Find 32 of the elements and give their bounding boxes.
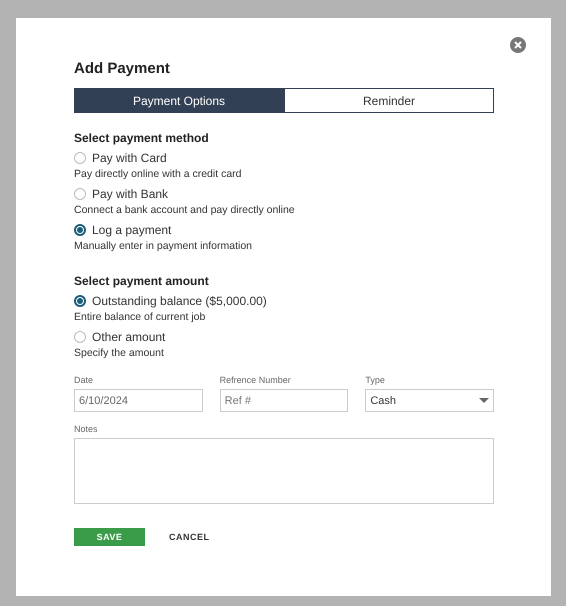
radio-button[interactable] (74, 188, 86, 200)
radio-button[interactable] (74, 152, 86, 164)
option-label[interactable]: Outstanding balance ($5,000.00) (92, 294, 267, 308)
dialog-title: Add Payment (74, 60, 171, 77)
field-label: Notes (74, 424, 99, 434)
option-description: Specify the amount (74, 347, 165, 359)
option-label[interactable]: Pay with Card (92, 151, 167, 165)
section-heading: Select payment method (74, 131, 210, 145)
option-description: Connect a bank account and pay directly online (74, 204, 296, 216)
input-field[interactable]: Ref # (220, 389, 348, 412)
field-label: Date (74, 375, 94, 385)
field-label: Refrence Number (220, 375, 292, 385)
type-dropdown[interactable]: Cash (365, 389, 494, 412)
notes-field[interactable] (74, 438, 494, 504)
save-button[interactable]: SAVE (74, 528, 145, 546)
option-description: Pay directly online with a credit card (74, 168, 242, 180)
radio-button[interactable] (74, 331, 86, 343)
option-label[interactable]: Pay with Bank (92, 187, 168, 201)
caret-icon (479, 398, 490, 403)
option-label[interactable]: Log a payment (92, 223, 172, 237)
option-description: Manually enter in payment information (74, 240, 254, 252)
close-icon[interactable] (510, 37, 526, 53)
tab[interactable]: Reminder (284, 88, 494, 113)
option-label[interactable]: Other amount (92, 330, 166, 344)
radio-button[interactable] (74, 224, 86, 236)
option-description: Entire balance of current job (74, 311, 206, 323)
section-heading: Select payment amount (74, 274, 210, 288)
cancel-button[interactable]: CANCEL (163, 531, 216, 543)
input-field[interactable]: 6/10/2024 (74, 389, 203, 412)
radio-button[interactable] (74, 295, 86, 307)
tab[interactable]: Payment Options (74, 88, 284, 113)
field-label: Type (365, 375, 386, 385)
